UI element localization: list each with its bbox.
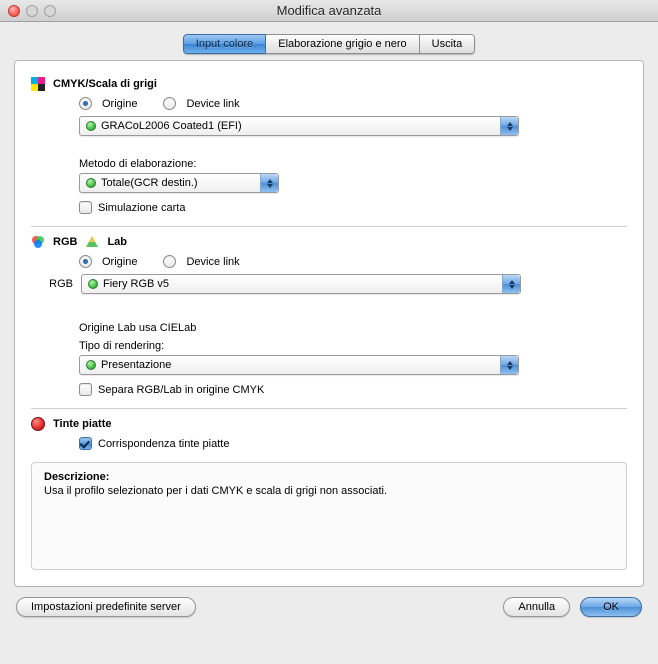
settings-panel: CMYK/Scala di grigi Origine Device link …	[14, 60, 644, 587]
status-ok-icon	[86, 121, 96, 131]
lab-heading: Lab	[107, 236, 127, 248]
separate-rgb-lab-label: Separa RGB/Lab in origine CMYK	[98, 384, 264, 396]
dropdown-arrows-icon	[260, 174, 278, 192]
cmyk-profile-dropdown[interactable]: GRACoL2006 Coated1 (EFI)	[79, 116, 519, 136]
footer: Impostazioni predefinite server Annulla …	[14, 597, 644, 617]
spot-match-checkbox[interactable]	[79, 437, 92, 450]
cmyk-profile-value: GRACoL2006 Coated1 (EFI)	[101, 120, 242, 132]
dropdown-arrows-icon	[502, 275, 520, 293]
rgb-origine-radio[interactable]	[79, 255, 92, 268]
paper-simulation-checkbox[interactable]	[79, 201, 92, 214]
cmyk-processing-label: Metodo di elaborazione:	[79, 158, 627, 170]
rgb-heading: RGB	[53, 236, 77, 248]
tab-elaborazione-grigio-nero[interactable]: Elaborazione grigio e nero	[266, 34, 419, 54]
window-title: Modifica avanzata	[0, 3, 658, 18]
spot-color-icon	[31, 417, 45, 431]
description-text: Usa il profilo selezionato per i dati CM…	[44, 485, 614, 497]
rgb-side-label: RGB	[45, 278, 73, 290]
paper-simulation-label: Simulazione carta	[98, 202, 185, 214]
cmyk-processing-dropdown[interactable]: Totale(GCR destin.)	[79, 173, 279, 193]
dropdown-arrows-icon	[500, 356, 518, 374]
cancel-button[interactable]: Annulla	[503, 597, 570, 617]
rgb-profile-value: Fiery RGB v5	[103, 278, 169, 290]
description-box: Descrizione: Usa il profilo selezionato …	[31, 462, 627, 570]
rgb-icon	[31, 235, 45, 249]
rendering-label: Tipo di rendering:	[79, 340, 627, 352]
dropdown-arrows-icon	[500, 117, 518, 135]
content-area: Input colore Elaborazione grigio e nero …	[0, 22, 658, 627]
cmyk-origine-label: Origine	[102, 98, 137, 110]
section-spot: Tinte piatte Corrispondenza tinte piatte	[31, 408, 627, 454]
cmyk-heading: CMYK/Scala di grigi	[53, 78, 157, 90]
cmyk-icon	[31, 77, 45, 91]
tab-bar: Input colore Elaborazione grigio e nero …	[14, 34, 644, 54]
tab-input-colore[interactable]: Input colore	[183, 34, 266, 54]
spot-heading: Tinte piatte	[53, 418, 111, 430]
rendering-dropdown[interactable]: Presentazione	[79, 355, 519, 375]
window-titlebar: Modifica avanzata	[0, 0, 658, 22]
minimize-window-button[interactable]	[26, 5, 38, 17]
status-ok-icon	[86, 178, 96, 188]
cmyk-processing-value: Totale(GCR destin.)	[101, 177, 198, 189]
zoom-window-button[interactable]	[44, 5, 56, 17]
rgb-profile-dropdown[interactable]: Fiery RGB v5	[81, 274, 521, 294]
cmyk-devicelink-label: Device link	[186, 98, 239, 110]
section-rgb-lab: RGB Lab Origine Device link RGB	[31, 226, 627, 408]
rgb-origine-label: Origine	[102, 256, 137, 268]
separate-rgb-lab-checkbox[interactable]	[79, 383, 92, 396]
lab-icon	[85, 235, 99, 249]
rgb-devicelink-label: Device link	[186, 256, 239, 268]
spot-match-label: Corrispondenza tinte piatte	[98, 438, 229, 450]
cmyk-devicelink-radio[interactable]	[163, 97, 176, 110]
lab-note: Origine Lab usa CIELab	[79, 322, 627, 334]
close-window-button[interactable]	[8, 5, 20, 17]
server-defaults-button[interactable]: Impostazioni predefinite server	[16, 597, 196, 617]
status-ok-icon	[86, 360, 96, 370]
ok-button[interactable]: OK	[580, 597, 642, 617]
rgb-devicelink-radio[interactable]	[163, 255, 176, 268]
tab-uscita[interactable]: Uscita	[420, 34, 476, 54]
description-title: Descrizione:	[44, 471, 614, 483]
status-ok-icon	[88, 279, 98, 289]
cmyk-origine-radio[interactable]	[79, 97, 92, 110]
traffic-lights	[8, 5, 56, 17]
rendering-value: Presentazione	[101, 359, 171, 371]
section-cmyk: CMYK/Scala di grigi Origine Device link …	[31, 69, 627, 226]
